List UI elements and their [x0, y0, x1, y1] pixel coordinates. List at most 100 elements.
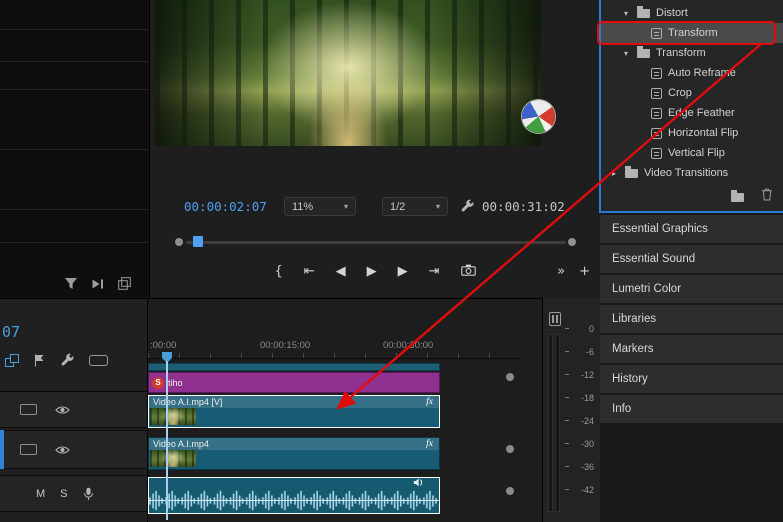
audio-clip-top-bar [149, 478, 439, 488]
twirl-open-icon[interactable]: ▾ [621, 9, 631, 18]
clip-body [149, 408, 439, 426]
source-patch-icon[interactable] [20, 404, 37, 415]
scrubber-track[interactable] [186, 241, 566, 244]
playhead-line [166, 361, 168, 520]
project-list-row[interactable] [0, 0, 149, 30]
export-frame-button[interactable] [460, 264, 476, 279]
effects-folder-distort[interactable]: ▾ Distort [601, 3, 783, 23]
add-marker-button[interactable]: { [274, 265, 282, 278]
step-back-button[interactable]: ◀ [336, 265, 346, 278]
clip-thumbnail [150, 408, 196, 425]
fx-badge[interactable]: fx [426, 397, 433, 407]
new-item-icon[interactable] [118, 277, 131, 290]
scrollbar-knob[interactable] [506, 445, 514, 453]
panel-tab-stack: Essential Graphics Essential Sound Lumet… [600, 215, 783, 425]
playhead-timecode[interactable]: 00:00:02:07 [184, 199, 267, 214]
collapsed-track-clip[interactable] [148, 363, 440, 371]
step-forward-button[interactable]: ▶ [398, 265, 408, 278]
automate-to-sequence-icon[interactable] [91, 278, 105, 290]
twirl-closed-icon[interactable]: ▸ [609, 169, 619, 178]
track-header-v2 [0, 391, 147, 428]
effect-auto-reframe[interactable]: Auto Reframe [601, 63, 783, 83]
graphic-clip[interactable]: S tiho [148, 372, 440, 393]
zoom-value: 11% [292, 200, 314, 213]
overflow-button[interactable]: » [557, 265, 565, 278]
clip-name: Video A.I.mp4 [V] [153, 397, 223, 407]
voiceover-mic-icon[interactable] [83, 487, 94, 501]
meter-tick [565, 489, 569, 490]
timeline-settings-wrench-icon[interactable] [60, 353, 74, 367]
solo-track-button[interactable]: S [60, 488, 67, 500]
video-clip-v1[interactable]: Video A.I.mp4 fx [148, 437, 440, 470]
effects-folder-transform[interactable]: ▾ Transform [601, 43, 783, 63]
track-header-a1: M S [0, 475, 147, 512]
effects-folder-video-transitions[interactable]: ▸ Video Transitions [601, 163, 783, 183]
source-patch-icon[interactable] [20, 444, 37, 455]
timeline-toolbar [5, 353, 108, 367]
folder-icon [637, 5, 650, 18]
meter-scale-label: -24 [580, 415, 594, 426]
toggle-track-output-icon[interactable] [55, 405, 70, 415]
program-preview[interactable] [155, 0, 555, 146]
nest-toggle-icon[interactable] [5, 353, 19, 367]
resolution-value: 1/2 [390, 200, 406, 213]
zoom-select[interactable]: 11% ▾ [284, 197, 356, 216]
project-list-row[interactable] [0, 62, 149, 90]
chevron-down-icon: ▾ [343, 202, 348, 211]
go-to-in-button[interactable]: ⇤ [304, 265, 315, 278]
monitor-playhead[interactable] [193, 236, 203, 247]
project-panel [0, 0, 150, 297]
project-list-row[interactable] [0, 30, 149, 62]
playback-resolution-select[interactable]: 1/2 ▾ [382, 197, 448, 216]
panel-tab-history[interactable]: History [600, 365, 783, 393]
effects-panel: ▾ Distort Transform ▾ Transform Auto Ref… [599, 0, 783, 213]
effect-icon [651, 67, 662, 79]
panel-tab-info[interactable]: Info [600, 395, 783, 423]
effect-icon [651, 87, 662, 99]
go-to-out-button[interactable]: ⇥ [429, 265, 440, 278]
settings-wrench-icon[interactable] [460, 199, 474, 213]
effect-horizontal-flip[interactable]: Horizontal Flip [601, 123, 783, 143]
panel-tab-essential-graphics[interactable]: Essential Graphics [600, 215, 783, 243]
panel-tab-markers[interactable]: Markers [600, 335, 783, 363]
scrubber-left-knob[interactable] [175, 238, 183, 246]
fx-badge[interactable]: fx [426, 439, 433, 449]
audio-waveform [149, 489, 439, 512]
video-clip-v2-selected[interactable]: Video A.I.mp4 [V] fx [148, 395, 440, 428]
play-button[interactable]: ▶ [367, 265, 377, 278]
folder-label: Distort [656, 7, 688, 19]
panel-tab-lumetri-color[interactable]: Lumetri Color [600, 275, 783, 303]
twirl-open-icon[interactable]: ▾ [621, 49, 631, 58]
sequence-timecode[interactable]: 07 [2, 323, 20, 341]
captions-icon[interactable] [89, 354, 108, 366]
scrubber-right-knob[interactable] [568, 238, 576, 246]
effect-crop[interactable]: Crop [601, 83, 783, 103]
folder-label: Transform [656, 47, 706, 59]
meter-tick [565, 351, 569, 352]
timeline-ruler[interactable]: :00:00 00:00:15:00 00:00:30:00 [148, 337, 520, 359]
mute-track-button[interactable]: M [36, 488, 45, 500]
toggle-track-output-icon[interactable] [55, 445, 70, 455]
add-marker-icon[interactable] [34, 354, 45, 367]
render-pinwheel-icon [522, 100, 555, 133]
monitor-scrubber[interactable] [150, 234, 600, 250]
add-button[interactable]: + [579, 265, 590, 278]
filter-icon[interactable] [64, 277, 78, 290]
timeline-panel: 07 M S :00:00 00:00:15:00 00:00:30:00 S … [0, 298, 542, 522]
new-custom-bin-icon[interactable] [731, 189, 744, 202]
audio-clip[interactable] [148, 477, 440, 514]
project-list-row[interactable] [0, 90, 149, 150]
scrollbar-knob[interactable] [506, 373, 514, 381]
panel-tab-essential-sound[interactable]: Essential Sound [600, 245, 783, 273]
panel-tab-libraries[interactable]: Libraries [600, 305, 783, 333]
effect-transform[interactable]: Transform [601, 23, 783, 43]
clip-title-bar: Video A.I.mp4 [V] fx [149, 396, 439, 408]
project-list-row[interactable] [0, 150, 149, 210]
effect-vertical-flip[interactable]: Vertical Flip [601, 143, 783, 163]
delete-icon[interactable] [761, 188, 773, 206]
scrollbar-knob[interactable] [506, 487, 514, 495]
project-list-row[interactable] [0, 210, 149, 243]
meter-tick [565, 466, 569, 467]
track-header-v1 [0, 430, 147, 469]
effect-edge-feather[interactable]: Edge Feather [601, 103, 783, 123]
